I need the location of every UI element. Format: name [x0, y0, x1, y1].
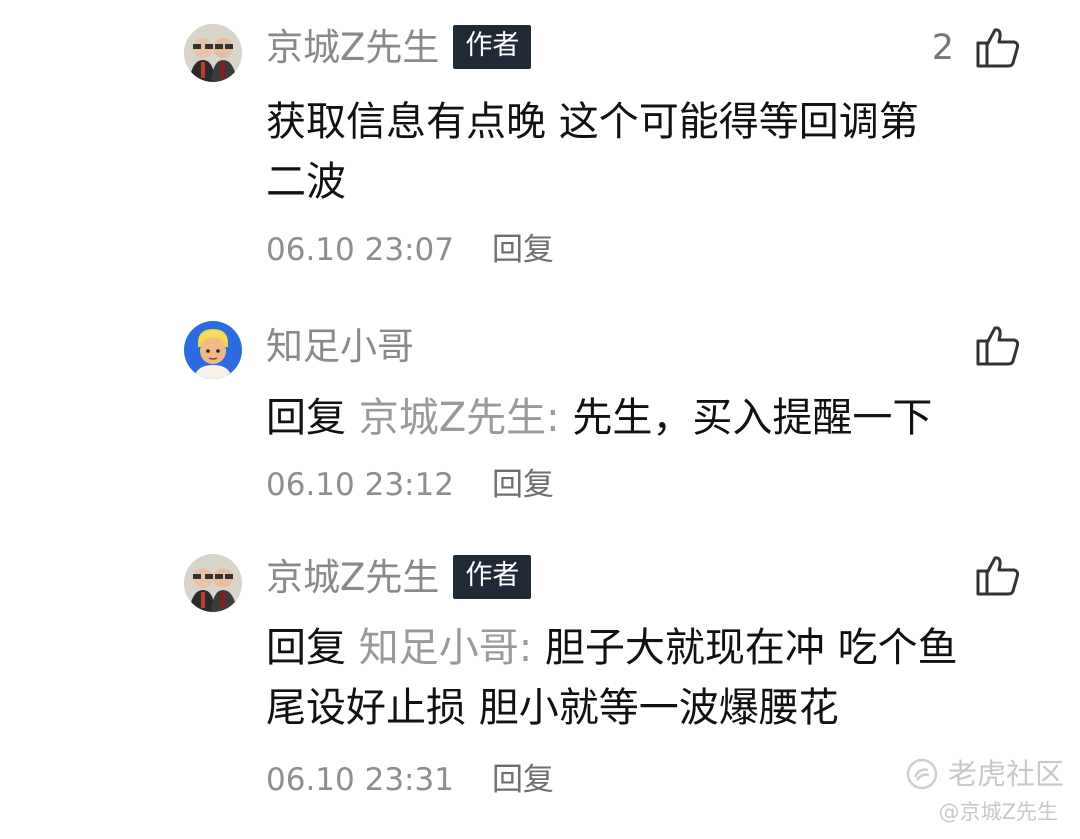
avatar-two-men-icon	[184, 554, 242, 612]
user-avatar[interactable]	[184, 554, 242, 612]
username-text[interactable]: 京城Z先生	[266, 556, 439, 599]
comment-timestamp: 06.10 23:31	[266, 762, 454, 798]
watermark-brand: 老虎社区	[906, 756, 1064, 792]
avatar-cartoon-boy-icon	[184, 321, 242, 379]
comment-username[interactable]: 京城Z先生 作者	[266, 24, 532, 70]
watermark-brand-text: 老虎社区	[948, 757, 1065, 791]
thumbs-up-icon[interactable]	[975, 24, 1021, 70]
thumbs-up-icon[interactable]	[975, 552, 1021, 598]
comment-text-line: 获取信息有点晚 这个可能得等回调第	[266, 99, 919, 145]
comment-username[interactable]: 知足小哥	[266, 325, 414, 369]
reply-button[interactable]: 回复	[492, 467, 554, 503]
comment-timestamp: 06.10 23:07	[266, 232, 454, 268]
comment-text: 先生，买入提醒一下	[572, 395, 933, 441]
comment-body: 回复 京城Z先生: 先生，买入提醒一下	[266, 388, 1026, 448]
comment-item-1: 京城Z先生 作者 2 获取信息有点晚 这个可能得等回调第 二波 06.10 23:…	[0, 0, 1080, 280]
user-avatar[interactable]	[184, 24, 242, 82]
comment-body: 获取信息有点晚 这个可能得等回调第 二波	[266, 92, 1026, 212]
comment-item-2: 知足小哥 回复 京城Z先生: 先生，买入提醒一下 06.10 23:12 回复	[0, 300, 1080, 520]
comment-body: 回复 知足小哥: 胆子大就现在冲 吃个鱼 尾设好止损 胆小就等一波爆腰花	[266, 618, 1026, 738]
reply-target-user[interactable]: 京城Z先生:	[359, 395, 560, 441]
comment-username[interactable]: 京城Z先生 作者	[266, 554, 532, 600]
reply-prefix: 回复	[266, 625, 346, 671]
watermark-handle: @京城Z先生	[938, 800, 1058, 824]
reply-target-user[interactable]: 知足小哥:	[359, 625, 532, 671]
comment-meta: 06.10 23:07 回复	[266, 230, 554, 270]
username-text[interactable]: 知足小哥	[266, 325, 414, 368]
comment-text-line: 二波	[266, 159, 346, 205]
comment-timestamp: 06.10 23:12	[266, 467, 454, 503]
author-badge: 作者	[453, 554, 532, 599]
comment-text: 胆子大就现在冲 吃个鱼	[544, 625, 958, 671]
username-text[interactable]: 京城Z先生	[266, 26, 439, 69]
reply-button[interactable]: 回复	[492, 232, 554, 268]
comment-meta: 06.10 23:12 回复	[266, 465, 554, 505]
reply-button[interactable]: 回复	[492, 762, 554, 798]
reply-prefix: 回复	[266, 395, 346, 441]
user-avatar[interactable]	[184, 321, 242, 379]
tiger-community-logo-icon	[906, 758, 938, 790]
author-badge: 作者	[453, 24, 532, 69]
comment-text-line: 回复 知足小哥: 胆子大就现在冲 吃个鱼	[266, 618, 1026, 678]
avatar-two-men-icon	[184, 24, 242, 82]
like-count: 2	[931, 28, 954, 68]
thumbs-up-icon[interactable]	[975, 322, 1021, 368]
comment-meta: 06.10 23:31 回复	[266, 760, 554, 800]
comment-text-line: 尾设好止损 胆小就等一波爆腰花	[266, 685, 839, 731]
